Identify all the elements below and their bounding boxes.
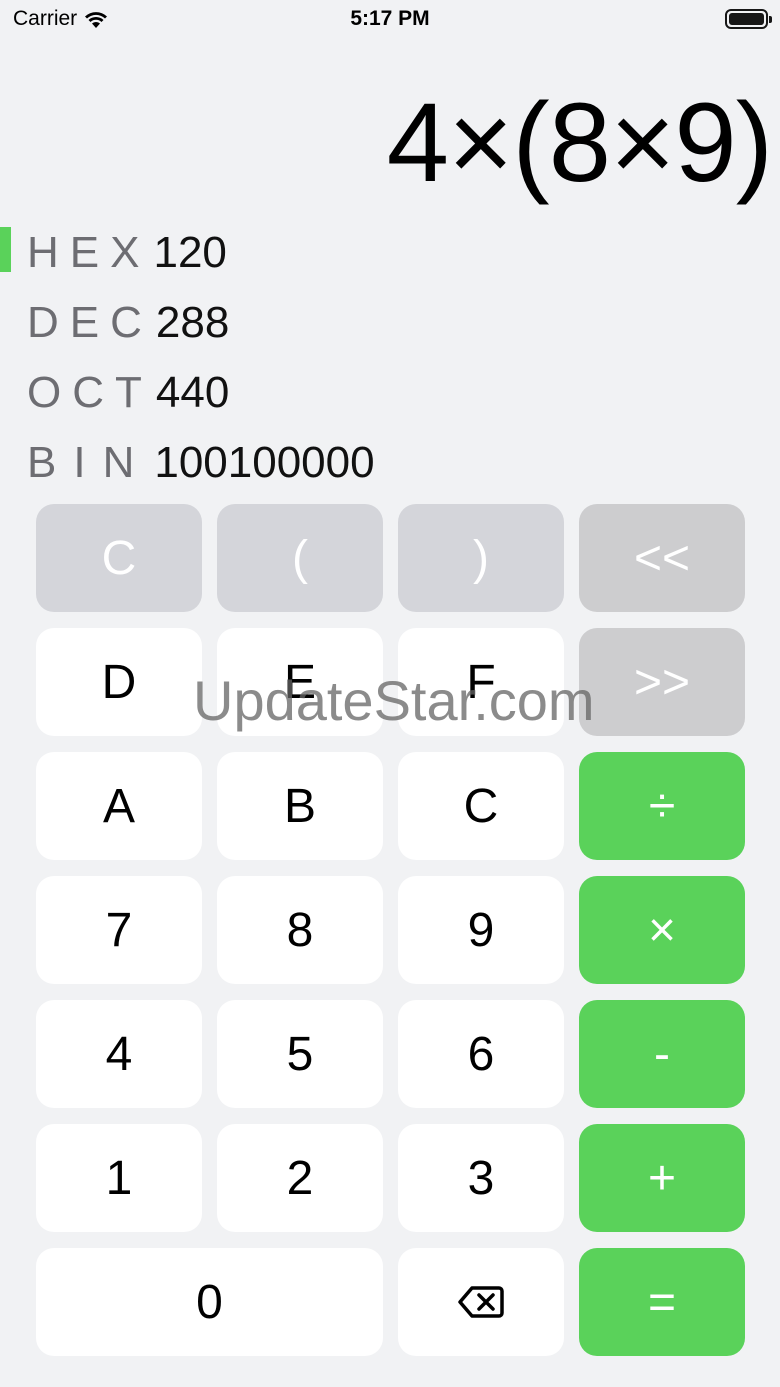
digit-c-button[interactable]: C <box>398 752 564 860</box>
plus-button[interactable]: + <box>579 1124 745 1232</box>
multiply-button[interactable]: × <box>579 876 745 984</box>
open-paren-button[interactable]: ( <box>217 504 383 612</box>
base-label-oct: OCT <box>27 368 153 417</box>
digit-2-button[interactable]: 2 <box>217 1124 383 1232</box>
base-row-oct[interactable]: OCT 440 <box>0 358 780 428</box>
base-conversion-list: HEX 120 DEC 288 OCT 440 BIN 100100000 <box>0 218 780 498</box>
base-value-dec: 288 <box>155 298 230 347</box>
base-label-bin: BIN <box>27 438 152 487</box>
digit-1-button[interactable]: 1 <box>36 1124 202 1232</box>
digit-e-button[interactable]: E <box>217 628 383 736</box>
digit-4-button[interactable]: 4 <box>36 1000 202 1108</box>
battery-icon <box>725 9 772 29</box>
clear-button[interactable]: C <box>36 504 202 612</box>
base-row-bin[interactable]: BIN 100100000 <box>0 428 780 498</box>
digit-b-button[interactable]: B <box>217 752 383 860</box>
active-base-indicator <box>0 227 11 272</box>
close-paren-button[interactable]: ) <box>398 504 564 612</box>
digit-3-button[interactable]: 3 <box>398 1124 564 1232</box>
divide-button[interactable]: ÷ <box>579 752 745 860</box>
status-bar: Carrier 5:17 PM <box>0 0 780 40</box>
base-label-hex: HEX <box>27 228 151 277</box>
digit-5-button[interactable]: 5 <box>217 1000 383 1108</box>
backspace-button[interactable] <box>398 1248 564 1356</box>
digit-6-button[interactable]: 6 <box>398 1000 564 1108</box>
shift-left-button[interactable]: << <box>579 504 745 612</box>
base-row-dec[interactable]: DEC 288 <box>0 288 780 358</box>
expression-display: 4×(8×9) <box>386 80 773 205</box>
digit-f-button[interactable]: F <box>398 628 564 736</box>
base-value-hex: 120 <box>153 228 227 277</box>
digit-a-button[interactable]: A <box>36 752 202 860</box>
digit-8-button[interactable]: 8 <box>217 876 383 984</box>
digit-0-button[interactable]: 0 <box>36 1248 383 1356</box>
digit-7-button[interactable]: 7 <box>36 876 202 984</box>
minus-button[interactable]: - <box>579 1000 745 1108</box>
digit-d-button[interactable]: D <box>36 628 202 736</box>
shift-right-button[interactable]: >> <box>579 628 745 736</box>
status-time: 5:17 PM <box>350 7 430 30</box>
base-row-hex[interactable]: HEX 120 <box>0 218 780 288</box>
backspace-icon <box>458 1286 504 1318</box>
base-label-dec: DEC <box>27 298 153 347</box>
base-value-bin: 100100000 <box>154 438 375 487</box>
digit-9-button[interactable]: 9 <box>398 876 564 984</box>
base-value-oct: 440 <box>155 368 230 417</box>
equals-button[interactable]: = <box>579 1248 745 1356</box>
